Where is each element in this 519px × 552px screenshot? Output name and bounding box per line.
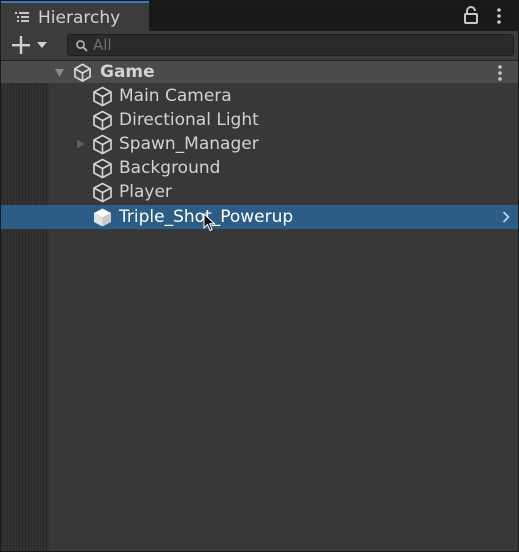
- plus-dropdown-icon[interactable]: [8, 34, 54, 56]
- foldout-collapsed-icon[interactable]: [76, 139, 85, 149]
- hierarchy-item[interactable]: Directional Light: [1, 108, 518, 132]
- kebab-menu-icon[interactable]: [494, 7, 504, 25]
- hierarchy-tree: Game Main Camera Directional Light Spawn…: [1, 61, 518, 551]
- gameobject-cube-icon: [93, 158, 112, 179]
- kebab-menu-icon[interactable]: [495, 64, 505, 82]
- foldout-expanded-icon[interactable]: [54, 67, 65, 78]
- lock-icon[interactable]: [463, 6, 479, 24]
- hierarchy-item-label: Main Camera: [119, 86, 232, 106]
- tab-bar: Hierarchy: [1, 1, 518, 31]
- search-icon: [76, 40, 88, 52]
- tab-title: Hierarchy: [38, 8, 121, 28]
- hierarchy-window: Hierarchy All Game Main Camera Direction…: [0, 0, 519, 552]
- gameobject-cube-icon: [93, 110, 112, 131]
- hierarchy-item[interactable]: Spawn_Manager: [1, 132, 518, 156]
- hierarchy-item-label: Player: [119, 182, 172, 202]
- gameobject-cube-icon: [93, 182, 112, 203]
- hierarchy-item-label: Background: [119, 158, 221, 178]
- unity-logo-icon: [74, 63, 91, 82]
- hierarchy-item[interactable]: Player: [1, 180, 518, 204]
- mouse-cursor-icon: [203, 213, 216, 232]
- hierarchy-item[interactable]: Main Camera: [1, 84, 518, 108]
- hierarchy-list-icon: [15, 12, 29, 22]
- tab-hierarchy[interactable]: Hierarchy: [1, 1, 149, 31]
- hierarchy-item[interactable]: Background: [1, 156, 518, 180]
- chevron-right-icon[interactable]: [501, 210, 511, 224]
- hierarchy-item-label: Spawn_Manager: [119, 134, 259, 154]
- hierarchy-item-label: Directional Light: [119, 110, 259, 130]
- scene-header[interactable]: Game: [1, 61, 518, 83]
- search-input[interactable]: [93, 35, 493, 55]
- scene-name: Game: [100, 62, 155, 82]
- hierarchy-item-selected[interactable]: Triple_Shot_Powerup: [1, 205, 518, 229]
- search-field[interactable]: [67, 34, 514, 56]
- gameobject-cube-icon: [93, 86, 112, 107]
- hierarchy-toolbar: [1, 31, 518, 61]
- gameobject-cube-icon: [94, 208, 111, 227]
- gameobject-cube-icon: [93, 134, 112, 155]
